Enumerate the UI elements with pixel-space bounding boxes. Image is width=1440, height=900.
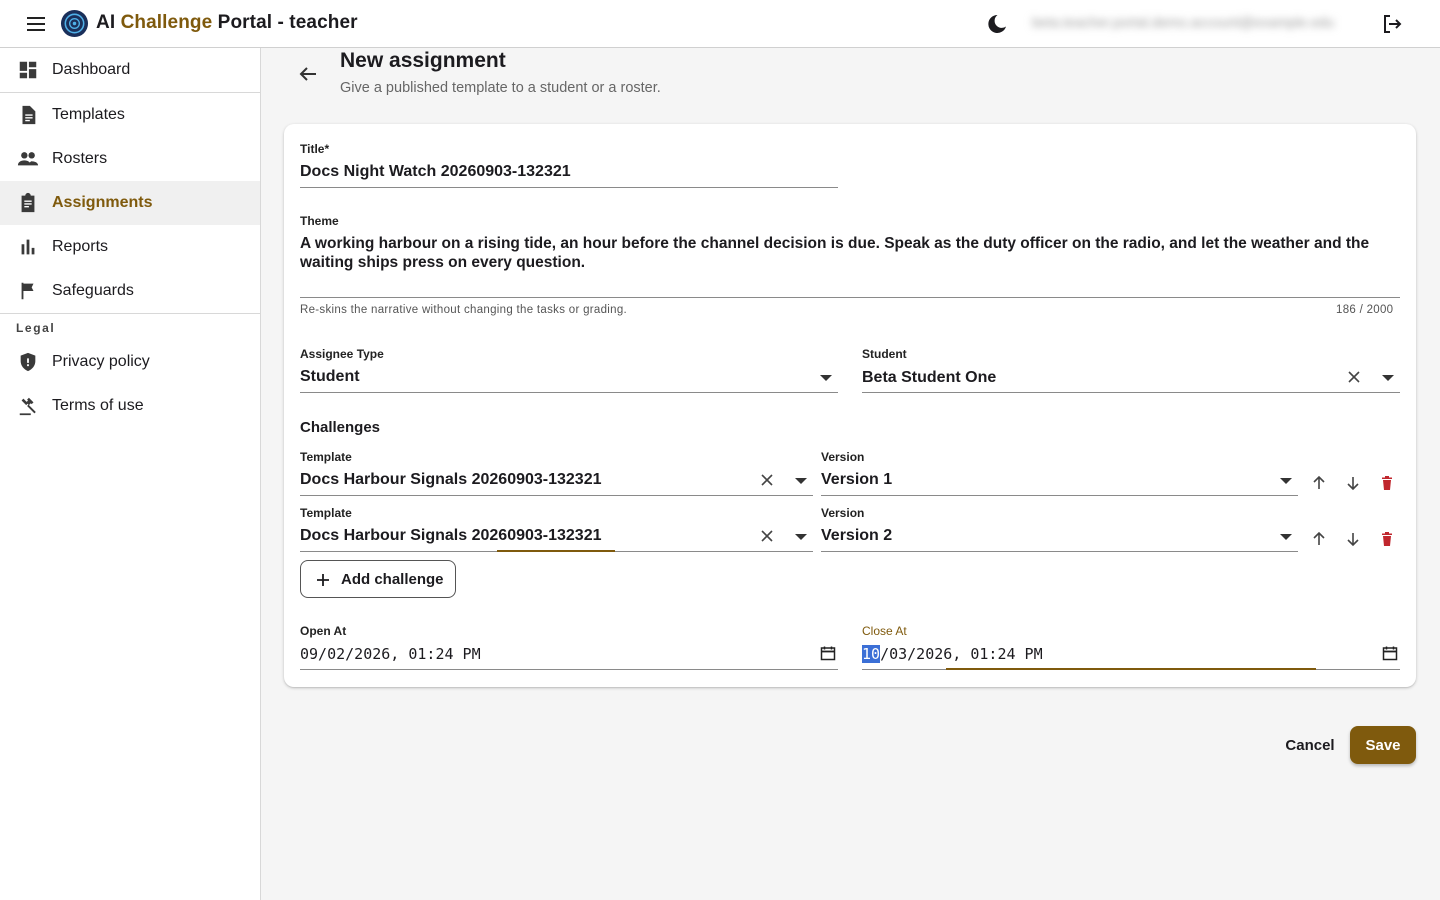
title-underline xyxy=(300,187,838,188)
theme-underline xyxy=(300,297,1400,298)
chevron-down-icon[interactable] xyxy=(1382,375,1394,381)
arrow-down-icon[interactable] xyxy=(1343,529,1363,549)
arrow-down-icon[interactable] xyxy=(1343,473,1363,493)
close-at-month-selected: 10 xyxy=(862,645,881,663)
open-at-underline xyxy=(300,669,838,670)
template-label: Template xyxy=(300,506,352,520)
menu-icon[interactable] xyxy=(24,12,48,36)
template-select[interactable]: Docs Harbour Signals 20260903-132321 xyxy=(300,527,602,545)
sidebar: Dashboard Templates Rosters Assignments … xyxy=(0,48,261,900)
page-title: New assignment xyxy=(340,49,506,72)
calendar-icon[interactable] xyxy=(1382,645,1398,661)
dashboard-icon xyxy=(19,61,37,79)
top-app-bar: AI Challenge Portal - teacher beta.teach… xyxy=(0,0,1440,48)
theme-helper-text: Re-skins the narrative without changing … xyxy=(300,304,628,316)
sidebar-item-privacy-policy[interactable]: Privacy policy xyxy=(0,340,260,384)
app-title-suffix: Portal - teacher xyxy=(212,12,358,33)
version-select[interactable]: Version 2 xyxy=(821,527,892,545)
template-select[interactable]: Docs Harbour Signals 20260903-132321 xyxy=(300,471,602,489)
version-select[interactable]: Version 1 xyxy=(821,471,892,489)
assignee-type-label: Assignee Type xyxy=(300,347,384,361)
arrow-up-icon[interactable] xyxy=(1309,473,1329,493)
sidebar-item-label: Privacy policy xyxy=(52,353,150,370)
sidebar-item-terms-of-use[interactable]: Terms of use xyxy=(0,384,260,428)
add-challenge-button[interactable]: Add challenge xyxy=(300,560,456,598)
sidebar-item-label: Reports xyxy=(52,238,109,255)
delete-icon[interactable] xyxy=(1377,529,1397,549)
open-at-input[interactable]: 09/02/2026, 01:24 PM xyxy=(300,645,481,663)
theme-label: Theme xyxy=(300,214,339,228)
sidebar-item-dashboard[interactable]: Dashboard xyxy=(0,48,260,92)
clear-icon[interactable] xyxy=(759,528,775,544)
logout-icon[interactable] xyxy=(1380,12,1404,36)
page-subtitle: Give a published template to a student o… xyxy=(340,80,661,96)
bar-chart-icon xyxy=(21,239,35,255)
version-label: Version xyxy=(821,506,865,520)
version-label: Version xyxy=(821,450,865,464)
assignee-type-select[interactable]: Student xyxy=(300,368,360,386)
template-label: Template xyxy=(300,450,352,464)
delete-icon[interactable] xyxy=(1377,473,1397,493)
template-underline xyxy=(300,495,813,496)
focus-underline xyxy=(497,550,615,552)
focus-underline xyxy=(946,668,1316,670)
user-email: beta.teacher.portal.demo.account@example… xyxy=(1032,14,1335,30)
challenges-heading: Challenges xyxy=(300,419,381,436)
calendar-icon[interactable] xyxy=(820,645,836,661)
close-at-rest: /03/2026, 01:24 PM xyxy=(880,645,1043,663)
assignment-form-card xyxy=(284,124,1416,687)
sidebar-item-reports[interactable]: Reports xyxy=(0,225,260,269)
chevron-down-icon[interactable] xyxy=(795,478,807,484)
sidebar-item-label: Terms of use xyxy=(52,397,144,414)
close-at-label: Close At xyxy=(862,624,907,638)
assignee-type-underline xyxy=(300,392,838,393)
app-title-prefix: AI xyxy=(96,12,121,33)
version-underline xyxy=(821,495,1298,496)
sidebar-item-label: Rosters xyxy=(52,150,108,167)
open-at-label: Open At xyxy=(300,624,347,638)
title-input[interactable]: Docs Night Watch 20260903-132321 xyxy=(300,163,571,181)
plus-icon xyxy=(317,574,329,586)
add-challenge-label: Add challenge xyxy=(341,571,444,588)
title-label: Title* xyxy=(300,142,330,156)
sidebar-item-label: Dashboard xyxy=(52,61,131,78)
sidebar-item-templates[interactable]: Templates xyxy=(0,93,260,137)
cancel-button[interactable]: Cancel xyxy=(1278,730,1342,760)
sidebar-item-rosters[interactable]: Rosters xyxy=(0,137,260,181)
chevron-down-icon[interactable] xyxy=(1280,534,1292,540)
close-at-input[interactable]: 10/03/2026, 01:24 PM xyxy=(862,645,1043,663)
legal-heading: Legal xyxy=(16,321,56,335)
chevron-down-icon[interactable] xyxy=(1280,478,1292,484)
chevron-down-icon[interactable] xyxy=(795,534,807,540)
shield-icon xyxy=(20,352,36,372)
sidebar-item-assignments[interactable]: Assignments xyxy=(0,181,260,225)
sidebar-item-safeguards[interactable]: Safeguards xyxy=(0,269,260,313)
theme-char-counter: 186 / 2000 xyxy=(1336,304,1394,316)
student-label: Student xyxy=(862,347,907,361)
save-button[interactable]: Save xyxy=(1350,726,1416,764)
clear-icon[interactable] xyxy=(1346,369,1362,385)
document-icon xyxy=(22,105,36,125)
arrow-up-icon[interactable] xyxy=(1309,529,1329,549)
theme-textarea[interactable]: A working harbour on a rising tide, an h… xyxy=(300,234,1390,272)
chevron-down-icon[interactable] xyxy=(820,375,832,381)
gavel-icon xyxy=(19,397,36,416)
flag-icon xyxy=(21,282,34,300)
sidebar-item-label: Safeguards xyxy=(52,282,134,299)
logo-icon xyxy=(60,9,89,38)
clipboard-icon xyxy=(21,192,35,213)
people-icon xyxy=(17,152,39,166)
sidebar-item-label: Templates xyxy=(52,106,125,123)
clear-icon[interactable] xyxy=(759,472,775,488)
version-underline xyxy=(821,551,1298,552)
student-underline xyxy=(862,392,1400,393)
moon-icon[interactable] xyxy=(985,12,1009,36)
back-arrow-icon[interactable] xyxy=(296,62,320,86)
app-title: AI Challenge Portal - teacher xyxy=(96,12,358,34)
divider xyxy=(0,313,260,314)
student-select[interactable]: Beta Student One xyxy=(862,369,996,387)
sidebar-item-label: Assignments xyxy=(52,194,153,211)
app-title-accent: Challenge xyxy=(120,12,213,33)
